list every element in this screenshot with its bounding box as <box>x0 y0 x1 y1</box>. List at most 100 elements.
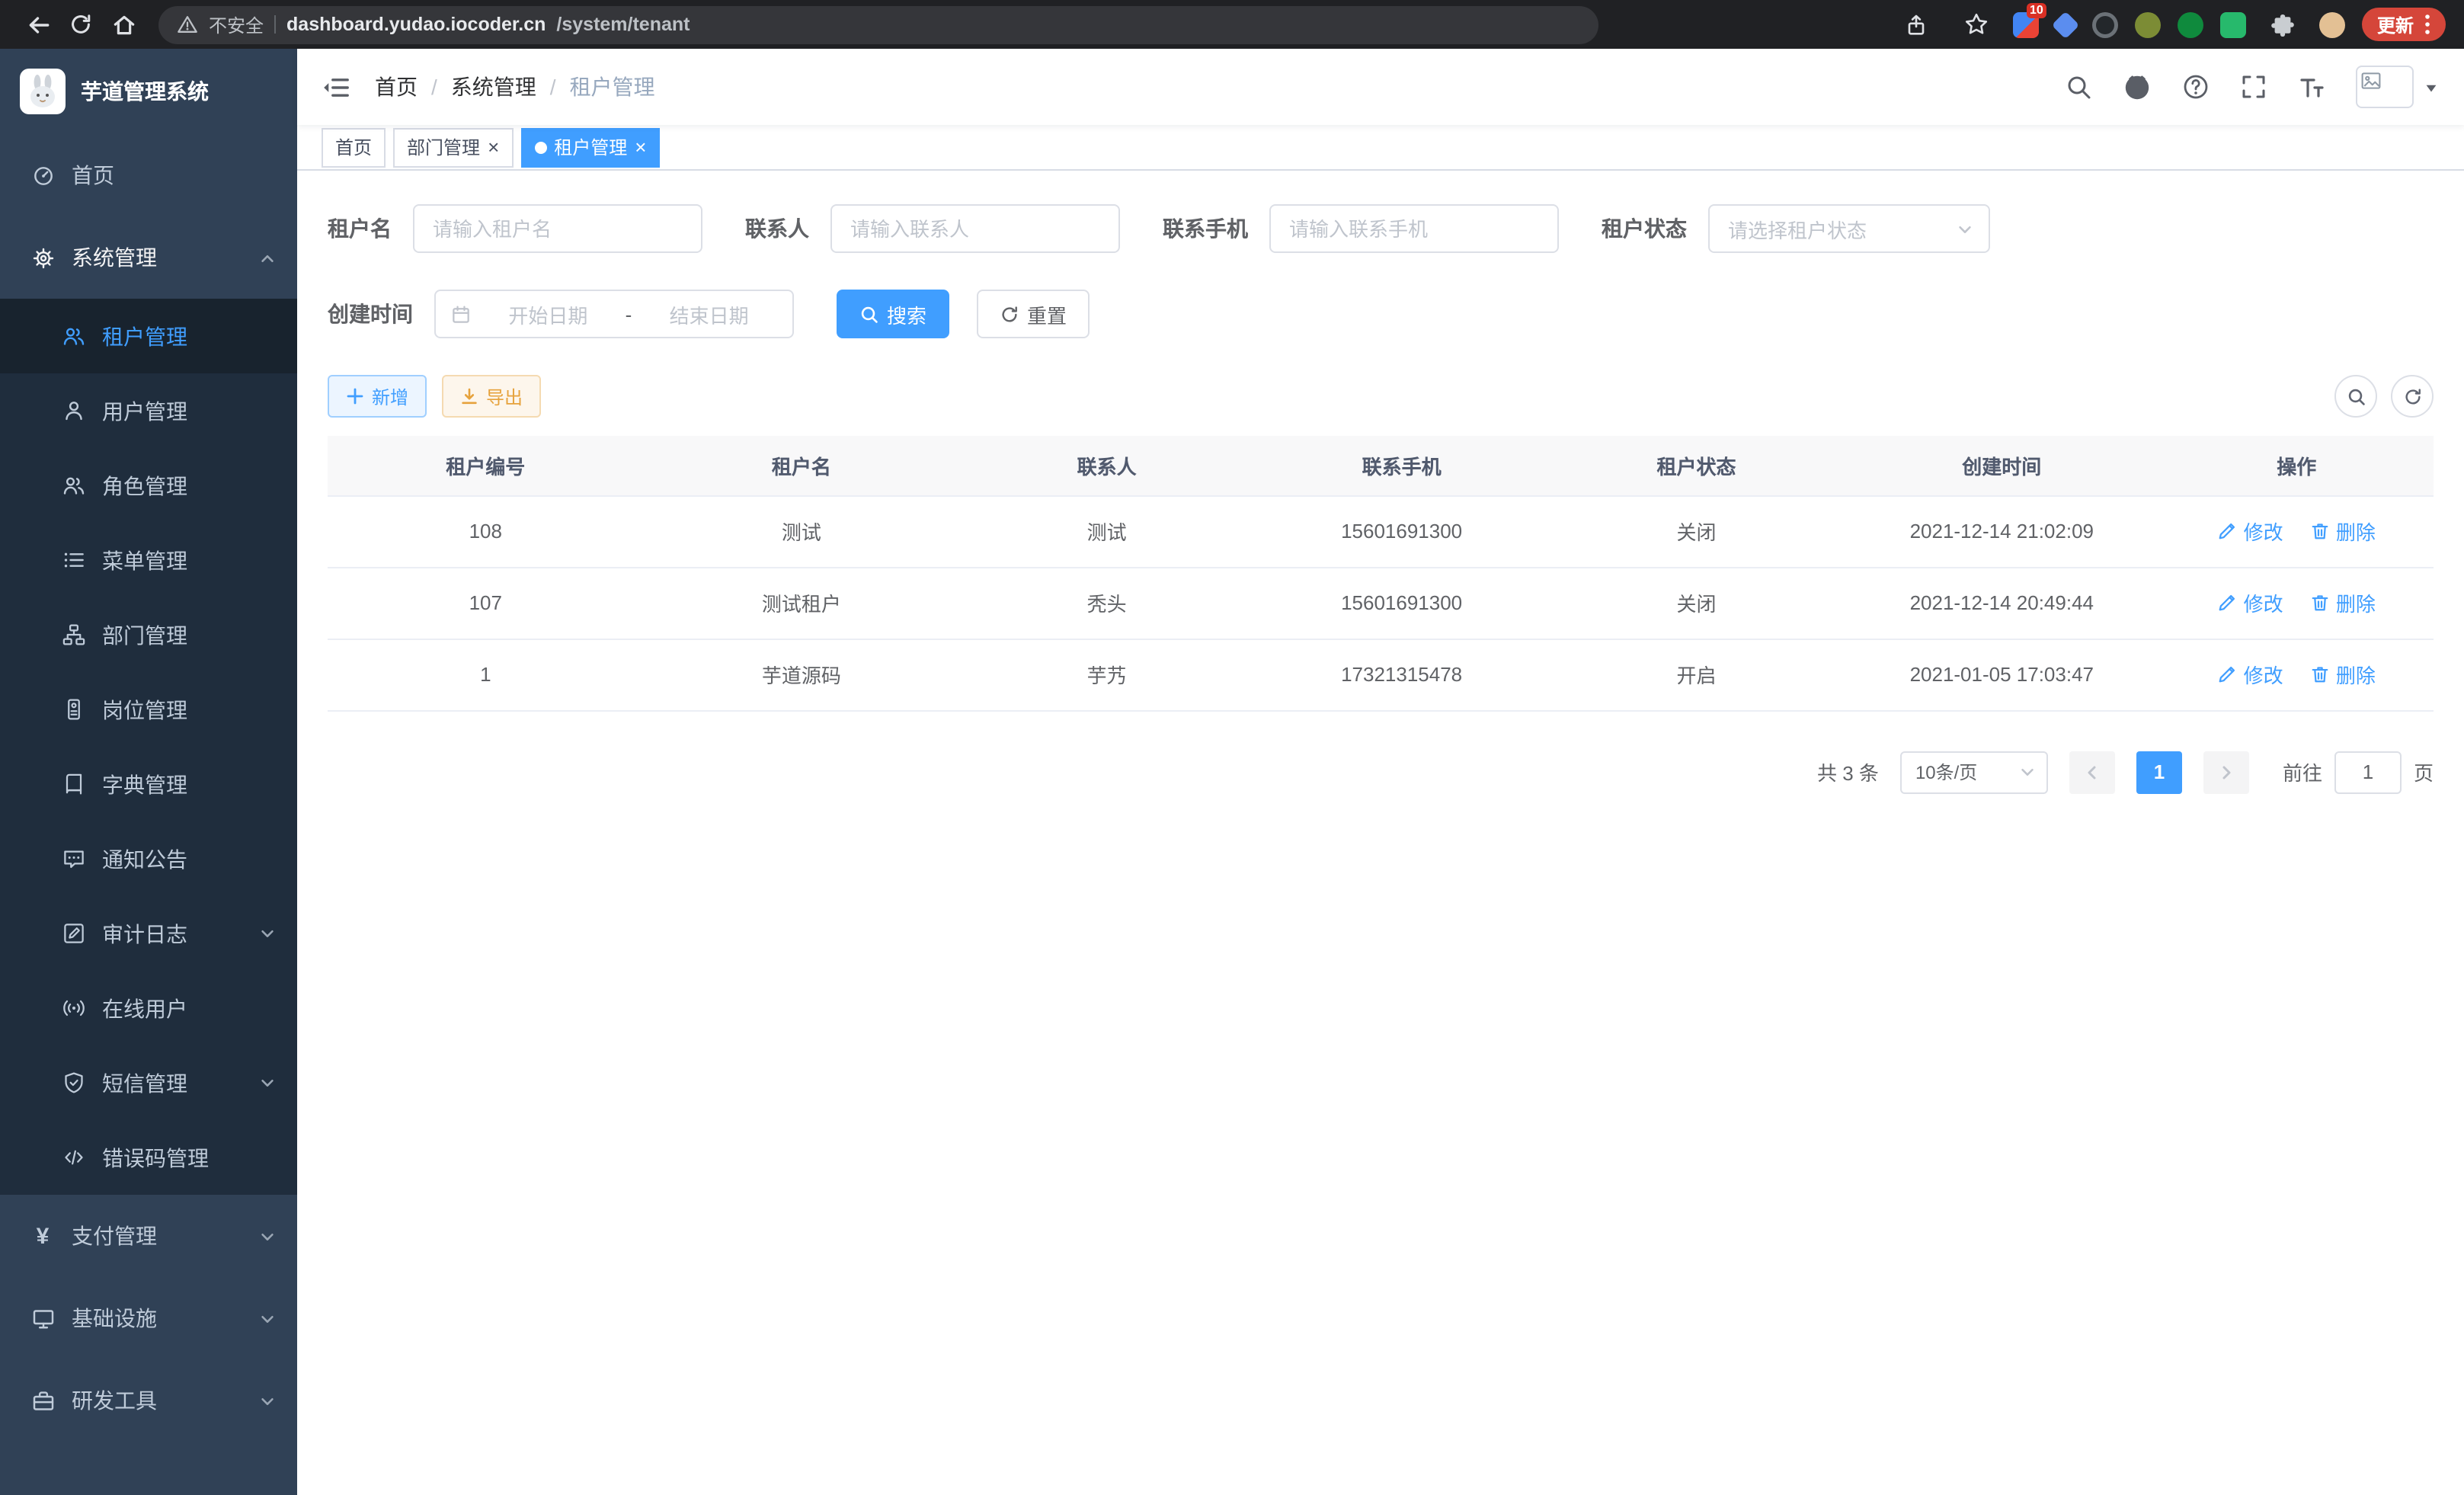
delete-link[interactable]: 删除 <box>2310 517 2376 546</box>
edit-link[interactable]: 修改 <box>2218 517 2283 546</box>
sidebar-item-post[interactable]: 岗位管理 <box>0 672 297 747</box>
cell-tenant-id: 107 <box>328 567 644 639</box>
sidebar-item-infra[interactable]: 基础设施 <box>0 1277 297 1359</box>
menu-label: 租户管理 <box>102 321 276 351</box>
edit-link[interactable]: 修改 <box>2218 660 2283 689</box>
extension-icon-5[interactable] <box>2178 11 2203 37</box>
sidebar-item-sms[interactable]: 短信管理 <box>0 1045 297 1120</box>
sidebar-item-dict[interactable]: 字典管理 <box>0 747 297 821</box>
table-row: 1 芋道源码 芋艿 17321315478 开启 2021-01-05 17:0… <box>328 639 2434 710</box>
tag-dept[interactable]: 部门管理 × <box>393 127 513 167</box>
add-button[interactable]: 新增 <box>328 375 427 418</box>
address-bar[interactable]: 不安全 dashboard.yudao.iocoder.cn/system/te… <box>158 5 1598 43</box>
status-select[interactable]: 请选择租户状态 <box>1708 204 1990 253</box>
date-range-picker[interactable]: 开始日期 - 结束日期 <box>434 290 794 338</box>
extensions-puzzle-icon[interactable] <box>2263 5 2302 44</box>
edit-link[interactable]: 修改 <box>2218 588 2283 617</box>
sidebar-item-tenant[interactable]: 租户管理 <box>0 299 297 373</box>
sidebar-item-role[interactable]: 角色管理 <box>0 448 297 523</box>
browser-toolbar-right: 10 更新 <box>1897 5 2446 44</box>
bookmark-star-icon[interactable] <box>1957 5 1996 44</box>
reset-button[interactable]: 重置 <box>977 290 1090 338</box>
help-icon[interactable] <box>2182 73 2210 101</box>
export-button[interactable]: 导出 <box>442 375 541 418</box>
tenant-name-input[interactable] <box>413 204 702 253</box>
github-icon[interactable] <box>2123 72 2152 101</box>
sidebar-item-payment[interactable]: ¥ 支付管理 <box>0 1195 297 1277</box>
export-button-label: 导出 <box>486 383 523 409</box>
table-row: 108 测试 测试 15601691300 关闭 2021-12-14 21:0… <box>328 495 2434 567</box>
sidebar-item-dept[interactable]: 部门管理 <box>0 597 297 672</box>
goto-label: 前往 <box>2283 757 2322 786</box>
sidebar-item-online[interactable]: 在线用户 <box>0 971 297 1045</box>
goto-page-input[interactable] <box>2334 751 2402 793</box>
page-size-select[interactable]: 10条/页 <box>1900 751 2048 793</box>
font-size-icon[interactable] <box>2298 73 2325 101</box>
close-icon[interactable]: × <box>635 137 646 157</box>
delete-link[interactable]: 删除 <box>2310 660 2376 689</box>
sidebar-item-audit[interactable]: 审计日志 <box>0 896 297 971</box>
extension-icon-2[interactable] <box>2052 11 2080 39</box>
cell-actions: 修改 删除 <box>2160 639 2434 710</box>
security-label: 不安全 <box>209 11 264 37</box>
next-page-button[interactable] <box>2203 751 2249 793</box>
chevron-right-icon <box>2217 763 2235 781</box>
sidebar-item-errcode[interactable]: 错误码管理 <box>0 1120 297 1195</box>
cell-mobile: 15601691300 <box>1254 495 1549 567</box>
col-header-actions: 操作 <box>2160 436 2434 495</box>
menu-label: 在线用户 <box>102 993 276 1023</box>
refresh-table-button[interactable] <box>2391 375 2434 418</box>
delete-link[interactable]: 删除 <box>2310 588 2376 617</box>
edit-label: 修改 <box>2244 660 2283 689</box>
menu-label: 系统管理 <box>72 242 242 273</box>
extension-icon-3[interactable] <box>2092 11 2118 37</box>
sidebar-logo[interactable]: 芋道管理系统 <box>0 49 297 134</box>
tag-tenant[interactable]: 租户管理 × <box>520 127 660 167</box>
pagination: 共 3 条 10条/页 1 前往 <box>328 751 2434 793</box>
browser-update-button[interactable]: 更新 <box>2362 8 2446 41</box>
sidebar-item-home[interactable]: 首页 <box>0 134 297 216</box>
contact-input[interactable] <box>830 204 1120 253</box>
sidebar-item-devtool[interactable]: 研发工具 <box>0 1359 297 1442</box>
breadcrumb-separator: / <box>431 75 437 99</box>
breadcrumb-home[interactable]: 首页 <box>375 72 418 102</box>
user-avatar[interactable] <box>2356 66 2440 108</box>
breadcrumb-system[interactable]: 系统管理 <box>451 72 536 102</box>
sidebar-item-menu[interactable]: 菜单管理 <box>0 523 297 597</box>
sidebar-item-notice[interactable]: 通知公告 <box>0 821 297 896</box>
delete-label: 删除 <box>2336 660 2376 689</box>
browser-back-icon[interactable] <box>18 5 58 44</box>
extension-icon-1[interactable]: 10 <box>2013 11 2039 37</box>
profile-avatar-icon[interactable] <box>2319 11 2345 37</box>
breadcrumb: 首页 / 系统管理 / 租户管理 <box>375 72 655 102</box>
chevron-left-icon <box>2083 763 2101 781</box>
app-title: 芋道管理系统 <box>81 76 209 107</box>
extension-icon-4[interactable] <box>2135 11 2161 37</box>
fullscreen-icon[interactable] <box>2240 73 2267 101</box>
sidebar-toggle-icon[interactable] <box>322 72 350 101</box>
search-button[interactable]: 搜索 <box>837 290 949 338</box>
filter-row-2: 创建时间 开始日期 - 结束日期 搜索 <box>328 290 2434 338</box>
browser-reload-icon[interactable] <box>61 5 101 44</box>
mobile-input[interactable] <box>1269 204 1559 253</box>
browser-chrome: 不安全 dashboard.yudao.iocoder.cn/system/te… <box>0 0 2464 49</box>
filter-contact: 联系人 <box>745 204 1120 253</box>
tag-home[interactable]: 首页 <box>322 127 386 167</box>
browser-home-icon[interactable] <box>104 5 143 44</box>
page-number-1[interactable]: 1 <box>2136 751 2182 793</box>
extension-icon-6[interactable] <box>2220 11 2246 37</box>
edit-label: 修改 <box>2244 588 2283 617</box>
share-icon[interactable] <box>1897 5 1937 44</box>
menu-dots-icon <box>2424 14 2430 35</box>
prev-page-button[interactable] <box>2069 751 2115 793</box>
cell-created: 2021-12-14 20:49:44 <box>1844 567 2160 639</box>
table-header-row: 租户编号 租户名 联系人 联系手机 租户状态 创建时间 操作 <box>328 436 2434 495</box>
close-icon[interactable]: × <box>488 137 499 157</box>
sidebar-item-system[interactable]: 系统管理 <box>0 216 297 299</box>
menu-label: 支付管理 <box>72 1221 242 1251</box>
toggle-search-button[interactable] <box>2334 375 2377 418</box>
breadcrumb-separator: / <box>550 75 556 99</box>
sidebar-item-user[interactable]: 用户管理 <box>0 373 297 448</box>
goto-page: 前往 页 <box>2283 751 2434 793</box>
search-icon[interactable] <box>2065 73 2092 101</box>
